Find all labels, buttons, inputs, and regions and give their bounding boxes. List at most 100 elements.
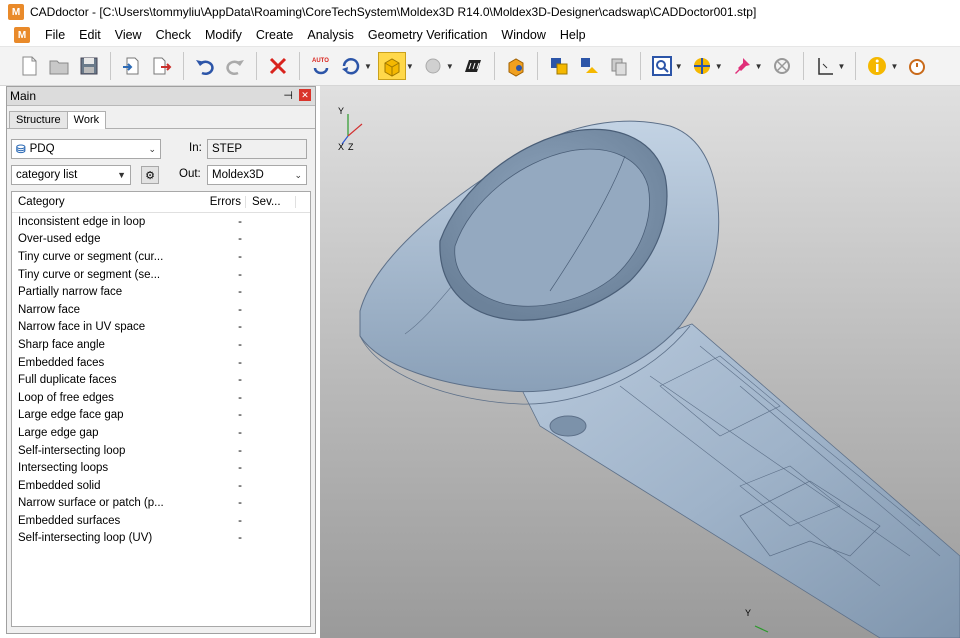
row-category: Partially narrow face	[18, 286, 123, 299]
axis-icon[interactable]	[812, 53, 838, 79]
3d-viewport[interactable]: Y X Z Y	[320, 86, 960, 638]
row-errors: -	[238, 356, 242, 369]
axis-label-z: Z	[348, 142, 354, 152]
model-render[interactable]: Y X Z Y	[320, 86, 960, 638]
transfer-icon[interactable]	[576, 53, 602, 79]
table-row[interactable]: Tiny curve or segment (cur... -	[12, 248, 310, 266]
auto-heal-icon[interactable]: AUTO	[308, 53, 334, 79]
row-category: Loop of free edges	[18, 391, 114, 404]
cube-dropdown-icon[interactable]: ▼	[406, 62, 414, 71]
redo-icon[interactable]	[222, 53, 248, 79]
chevron-down-icon: ⌄	[294, 169, 302, 180]
header-errors[interactable]: Errors	[190, 196, 246, 208]
table-row[interactable]: Loop of free edges -	[12, 389, 310, 407]
row-errors: -	[238, 321, 242, 334]
menu-help[interactable]: Help	[553, 28, 593, 42]
menu-analysis[interactable]: Analysis	[300, 28, 361, 42]
sphere-dropdown-icon[interactable]: ▼	[446, 62, 454, 71]
panel-controls: ⛁ PDQ ⌄ In: STEP category list ▼ ⚙ Out: …	[7, 129, 315, 189]
measure-dropdown-icon[interactable]: ▼	[715, 62, 723, 71]
new-file-icon[interactable]	[16, 53, 42, 79]
zoom-fit-icon[interactable]	[649, 53, 675, 79]
header-category[interactable]: Category	[12, 196, 190, 208]
menu-view[interactable]: View	[108, 28, 149, 42]
import-icon[interactable]	[119, 53, 145, 79]
menu-file[interactable]: File	[38, 28, 72, 42]
toolbar-separator	[536, 52, 538, 80]
table-row[interactable]: Inconsistent edge in loop -	[12, 213, 310, 231]
toolbar-separator	[183, 52, 184, 80]
timer-icon[interactable]	[904, 53, 930, 79]
main-panel: Main ⊣ ✕ Structure Work ⛁ PDQ ⌄ In: STEP…	[6, 86, 316, 634]
info-dropdown-icon[interactable]: ▼	[890, 62, 898, 71]
stack-icon[interactable]	[606, 53, 632, 79]
toolbar-separator	[639, 52, 641, 80]
table-row[interactable]: Embedded faces -	[12, 354, 310, 372]
menu-create[interactable]: Create	[249, 28, 301, 42]
table-row[interactable]: Embedded surfaces -	[12, 512, 310, 530]
delete-icon[interactable]	[265, 53, 291, 79]
row-category: Embedded surfaces	[18, 514, 121, 527]
table-row[interactable]: Intersecting loops -	[12, 459, 310, 477]
row-category: Self-intersecting loop (UV)	[18, 532, 153, 545]
table-row[interactable]: Full duplicate faces -	[12, 371, 310, 389]
rotate-dropdown-icon[interactable]: ▼	[364, 62, 372, 71]
row-errors: -	[238, 479, 242, 492]
menu-window[interactable]: Window	[494, 28, 552, 42]
wireframe-icon[interactable]	[460, 53, 486, 79]
table-row[interactable]: Self-intersecting loop -	[12, 442, 310, 460]
zoom-dropdown-icon[interactable]: ▼	[675, 62, 683, 71]
shade-icon[interactable]	[503, 53, 529, 79]
menu-check[interactable]: Check	[149, 28, 198, 42]
tab-work[interactable]: Work	[66, 111, 107, 129]
pin-icon[interactable]	[729, 53, 755, 79]
row-category: Self-intersecting loop	[18, 444, 126, 457]
table-row[interactable]: Narrow face in UV space -	[12, 319, 310, 337]
sphere-icon[interactable]	[420, 53, 446, 79]
menu-edit[interactable]: Edit	[72, 28, 108, 42]
panel-title: Main	[10, 89, 37, 103]
table-row[interactable]: Large edge face gap -	[12, 407, 310, 425]
auto-label: AUTO	[312, 58, 329, 64]
row-errors: -	[238, 497, 242, 510]
target-icon[interactable]	[769, 53, 795, 79]
mode-select[interactable]: ⛁ PDQ ⌄	[11, 139, 161, 159]
settings-gear-button[interactable]: ⚙	[141, 166, 159, 184]
out-format-select[interactable]: Moldex3D ⌄	[207, 165, 307, 185]
table-row[interactable]: Embedded solid -	[12, 477, 310, 495]
out-label: Out:	[179, 168, 201, 180]
menu-geometry-verification[interactable]: Geometry Verification	[361, 28, 495, 42]
table-row[interactable]: Narrow surface or patch (p... -	[12, 495, 310, 513]
undo-icon[interactable]	[192, 53, 218, 79]
open-folder-icon[interactable]	[46, 53, 72, 79]
panel-close-icon[interactable]: ✕	[299, 89, 311, 101]
info-icon[interactable]	[864, 53, 890, 79]
menu-modify[interactable]: Modify	[198, 28, 249, 42]
table-row[interactable]: Over-used edge -	[12, 231, 310, 249]
axis-dropdown-icon[interactable]: ▼	[838, 62, 846, 71]
toolbar-separator	[493, 52, 495, 80]
table-row[interactable]: Sharp face angle -	[12, 336, 310, 354]
row-category: Sharp face angle	[18, 338, 105, 351]
app-menu-icon[interactable]: M	[14, 27, 30, 43]
convert-icon[interactable]	[546, 53, 572, 79]
category-select[interactable]: category list ▼	[11, 165, 131, 185]
table-body: Inconsistent edge in loop - Over-used edge…	[12, 213, 310, 547]
export-icon[interactable]	[149, 53, 175, 79]
save-icon[interactable]	[76, 53, 102, 79]
pin-dropdown-icon[interactable]: ▼	[755, 62, 763, 71]
rotate-icon[interactable]	[338, 53, 364, 79]
menu-bar: M File Edit View Check Modify Create Ana…	[0, 24, 960, 46]
row-category: Intersecting loops	[18, 462, 109, 475]
tab-structure[interactable]: Structure	[9, 111, 68, 128]
measure-icon[interactable]	[689, 53, 715, 79]
table-row[interactable]: Partially narrow face -	[12, 283, 310, 301]
table-row[interactable]: Narrow face -	[12, 301, 310, 319]
table-row[interactable]: Tiny curve or segment (se... -	[12, 266, 310, 284]
table-row[interactable]: Large edge gap -	[12, 424, 310, 442]
solid-cube-icon[interactable]	[377, 52, 406, 80]
panel-pin-icon[interactable]: ⊣	[283, 89, 293, 102]
row-category: Tiny curve or segment (se...	[18, 268, 161, 281]
table-row[interactable]: Self-intersecting loop (UV) -	[12, 530, 310, 548]
header-severity[interactable]: Sev...	[246, 196, 296, 208]
